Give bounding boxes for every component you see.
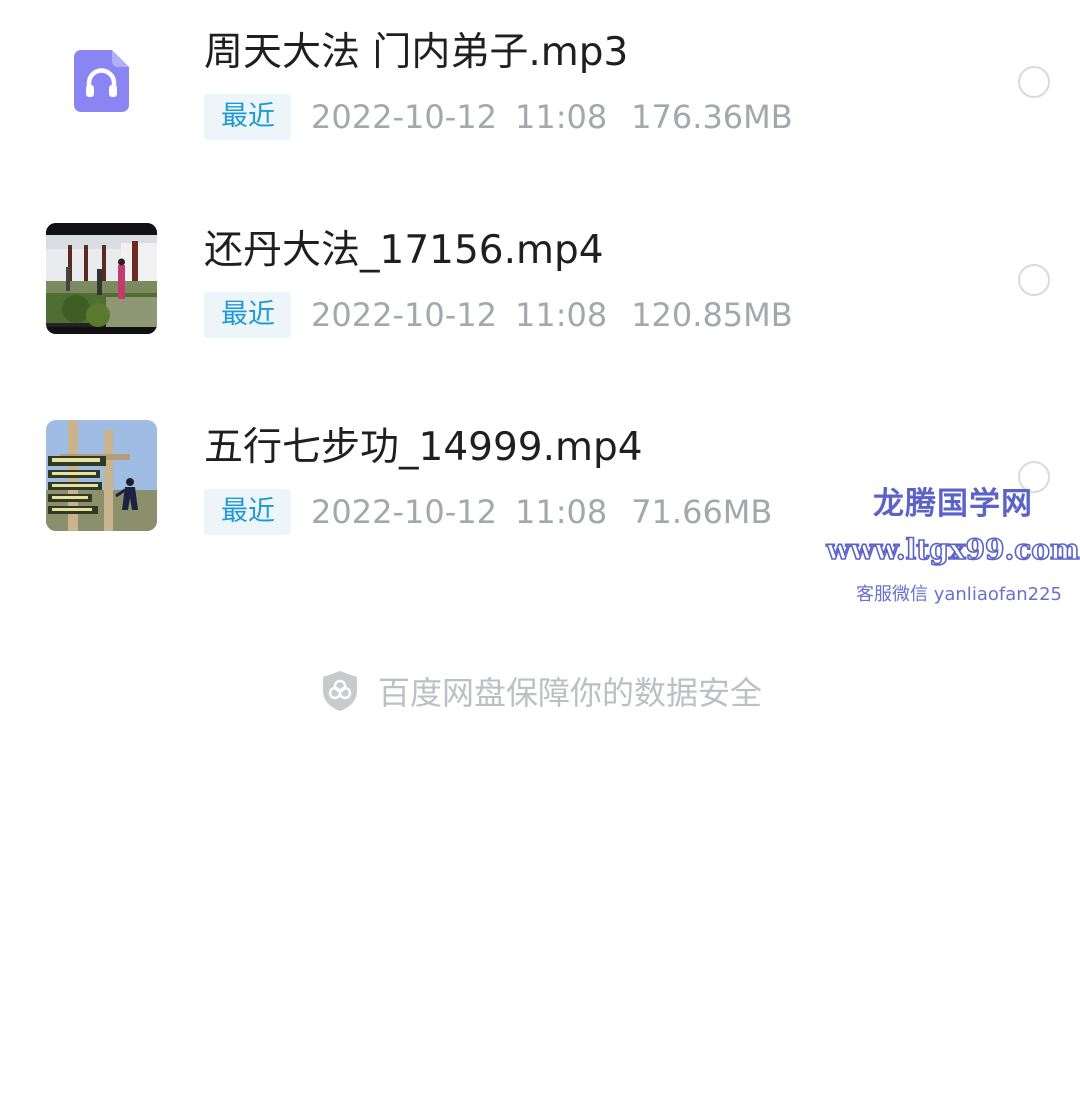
security-note: 百度网盘保障你的数据安全 — [320, 666, 762, 716]
file-name: 还丹大法_17156.mp4 — [204, 228, 604, 273]
recent-badge: 最近 — [204, 292, 291, 338]
video-thumbnail — [46, 223, 157, 334]
file-name: 周天大法 门内弟子.mp3 — [204, 30, 629, 75]
file-size: 71.66MB — [631, 493, 773, 531]
file-meta: 最近 2022-10-12 11:08 176.36MB — [204, 94, 793, 140]
recent-badge: 最近 — [204, 489, 291, 535]
watermark-title: 龙腾国学网 — [873, 486, 1033, 522]
video-thumbnail — [46, 420, 157, 531]
select-checkbox[interactable] — [1018, 66, 1050, 98]
file-size: 176.36MB — [631, 98, 793, 136]
shield-icon — [323, 671, 357, 711]
file-meta: 最近 2022-10-12 11:08 120.85MB — [204, 292, 793, 338]
watermark-site: www.ltgx99.com — [826, 532, 1080, 567]
file-time: 11:08 — [514, 296, 608, 334]
file-date: 2022-10-12 — [311, 296, 497, 334]
audio-file-icon — [74, 50, 129, 112]
file-time: 11:08 — [514, 98, 608, 136]
file-row[interactable]: 周天大法 门内弟子.mp3 最近 2022-10-12 11:08 176.36… — [0, 0, 1080, 160]
file-date: 2022-10-12 — [311, 493, 497, 531]
select-checkbox[interactable] — [1018, 264, 1050, 296]
file-row[interactable]: 还丹大法_17156.mp4 最近 2022-10-12 11:08 120.8… — [0, 198, 1080, 358]
file-time: 11:08 — [514, 493, 608, 531]
watermark-contact: 客服微信 yanliaofan225 — [856, 584, 1062, 605]
file-name: 五行七步功_14999.mp4 — [204, 425, 643, 470]
security-text: 百度网盘保障你的数据安全 — [378, 674, 763, 712]
file-size: 120.85MB — [631, 296, 793, 334]
watermark: 龙腾国学网 www.ltgx99.com 客服微信 yanliaofan225 — [826, 478, 1080, 612]
recent-badge: 最近 — [204, 94, 291, 140]
file-date: 2022-10-12 — [311, 98, 497, 136]
file-meta: 最近 2022-10-12 11:08 71.66MB — [204, 489, 772, 535]
